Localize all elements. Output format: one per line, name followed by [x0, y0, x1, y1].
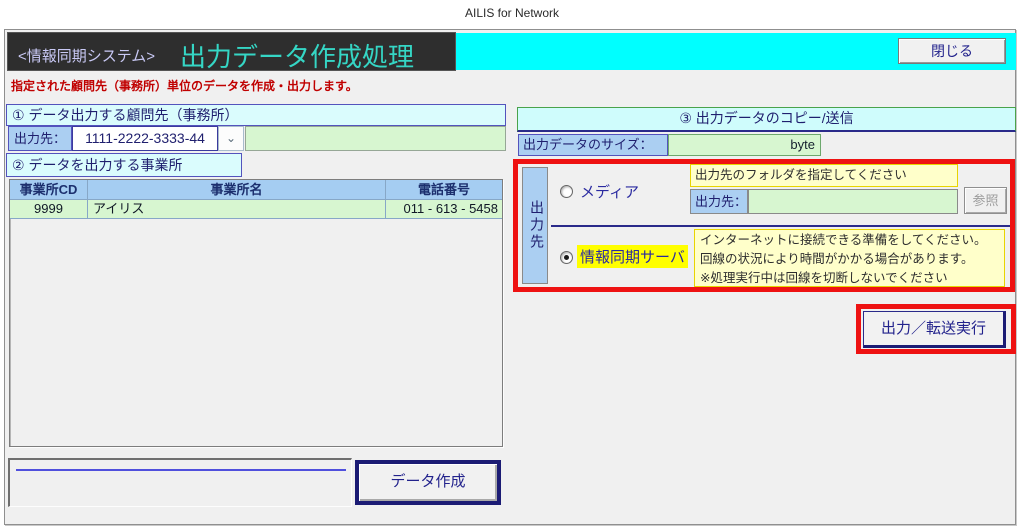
col-header-office-name: 事業所名	[88, 180, 386, 200]
output-transfer-execute-button[interactable]: 出力／転送実行	[863, 311, 1006, 348]
execute-highlight-frame: 出力／転送実行	[856, 304, 1016, 354]
close-button[interactable]: 閉じる	[898, 38, 1006, 64]
media-note: 出力先のフォルダを指定してください	[690, 164, 958, 187]
business-office-table: 事業所CD 事業所名 電話番号 9999 アイリス 011 - 613 - 54…	[9, 179, 503, 447]
create-data-button[interactable]: データ作成	[355, 460, 501, 505]
media-radio-label[interactable]: メディア	[580, 181, 639, 202]
option-divider	[551, 225, 1010, 227]
cell-office-cd: 9999	[10, 200, 88, 219]
main-window: <情報同期システム> 出力データ作成処理 閉じる 指定された顧問先（事務所）単位…	[4, 29, 1016, 525]
header-accent-bar: 閉じる	[456, 33, 1016, 70]
page-title: 出力データ作成処理	[180, 37, 414, 74]
dest-group-vertical-label: 出力先	[522, 167, 548, 284]
header-bar: <情報同期システム> 出力データ作成処理	[7, 32, 456, 71]
system-name-label: <情報同期システム>	[18, 45, 155, 66]
server-note-line1: インターネットに接続できる準備をしてください。	[700, 231, 1004, 250]
app-window-title: AILIS for Network	[0, 6, 1024, 20]
instruction-text: 指定された顧問先（事務所）単位のデータを作成・出力します。	[11, 77, 358, 94]
dest-code-input[interactable]: 1111-2222-3333-44	[72, 126, 218, 151]
server-note-line2: 回線の状況により時間がかかる場合があります。	[700, 250, 1004, 269]
section3-header: ③ 出力データのコピー/送信	[517, 107, 1016, 132]
cell-office-name: アイリス	[88, 200, 386, 219]
server-radio-label[interactable]: 情報同期サーバ	[577, 245, 688, 268]
server-radio[interactable]	[560, 251, 573, 264]
section2-header: ② データを出力する事業所	[6, 153, 242, 177]
screen: AILIS for Network <情報同期システム> 出力データ作成処理 閉…	[0, 0, 1024, 531]
dest-name-field	[245, 126, 506, 151]
destination-choice-panel: 出力先 メディア 出力先のフォルダを指定してください 出力先： 参照 情報同期サ…	[513, 159, 1015, 292]
media-dest-label: 出力先：	[690, 189, 748, 214]
progress-bar	[16, 469, 346, 471]
output-size-label: 出力データのサイズ：	[518, 134, 668, 156]
server-note: インターネットに接続できる準備をしてください。 回線の状況により時間がかかる場合…	[694, 229, 1005, 287]
col-header-phone: 電話番号	[386, 180, 502, 200]
cell-phone: 011 - 613 - 5458	[386, 200, 502, 219]
section1-header: ① データ出力する顧問先（事務所）	[6, 104, 506, 126]
server-note-line3: ※処理実行中は回線を切断しないでください	[700, 269, 1004, 288]
output-size-field: byte	[668, 134, 821, 156]
chevron-down-icon[interactable]: ⌄	[218, 126, 244, 151]
media-radio[interactable]	[560, 185, 573, 198]
media-dest-input[interactable]	[748, 189, 958, 214]
progress-area	[8, 458, 352, 507]
col-header-office-cd: 事業所CD	[10, 180, 88, 200]
dest-label: 出力先：	[8, 126, 72, 151]
browse-button[interactable]: 参照	[964, 187, 1007, 214]
table-row[interactable]: 9999 アイリス 011 - 613 - 5458	[10, 200, 502, 219]
table-header-row: 事業所CD 事業所名 電話番号	[10, 180, 502, 200]
